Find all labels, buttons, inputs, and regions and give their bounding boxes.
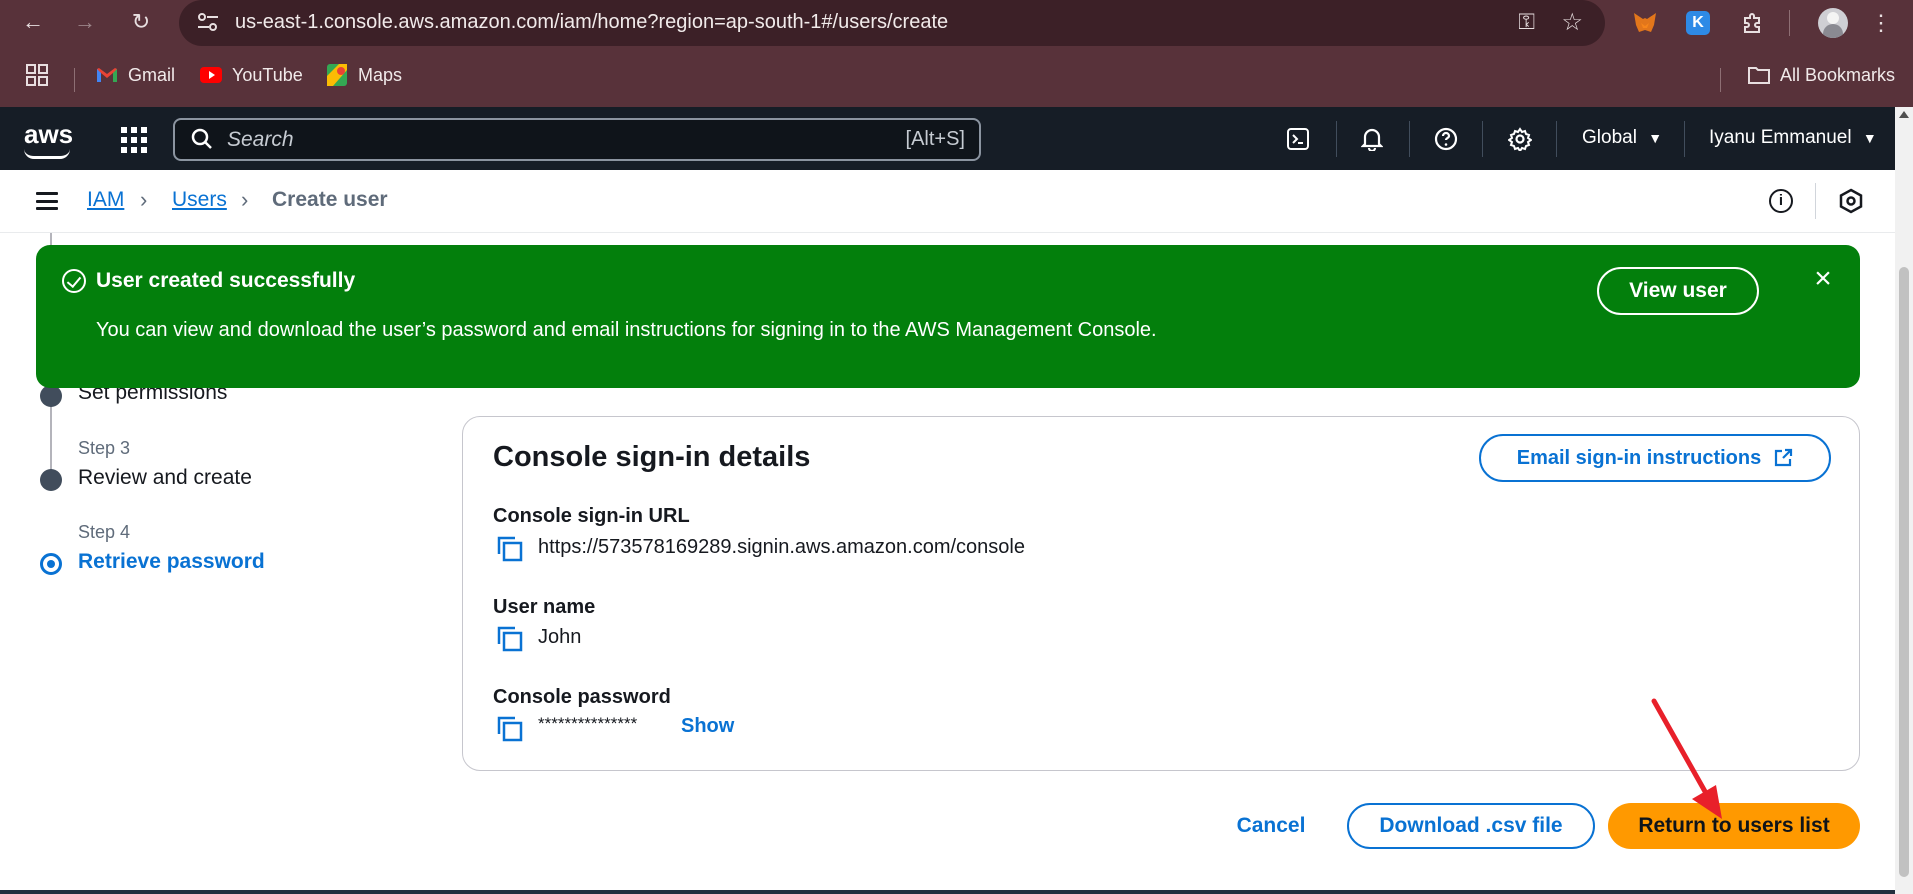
account-menu[interactable]: Iyanu Emmanuel ▼ <box>1709 127 1877 149</box>
metamask-extension-icon[interactable] <box>1630 8 1660 38</box>
success-check-icon <box>62 269 86 293</box>
folder-icon <box>1748 64 1770 86</box>
success-flash-banner: User created successfully You can view a… <box>36 245 1860 388</box>
header-divider <box>1336 121 1337 157</box>
breadcrumb-bar: IAM › Users › Create user i <box>0 170 1895 233</box>
console-password-value: *************** <box>538 714 638 733</box>
aws-logo-text: aws <box>24 119 74 149</box>
bookmarks-bar: Gmail YouTube Maps All Bookmarks <box>0 58 1913 94</box>
scroll-thumb[interactable] <box>1899 267 1909 877</box>
caret-down-icon: ▼ <box>1862 130 1877 146</box>
show-password-link[interactable]: Show <box>681 715 734 738</box>
bookmark-youtube[interactable]: YouTube <box>200 64 303 86</box>
caret-down-icon: ▼ <box>1648 130 1663 146</box>
aws-search-box[interactable]: [Alt+S] <box>173 118 981 161</box>
cancel-button[interactable]: Cancel <box>1226 810 1316 842</box>
address-bar[interactable]: us-east-1.console.aws.amazon.com/iam/hom… <box>179 0 1605 46</box>
help-icon[interactable] <box>1431 124 1461 154</box>
youtube-icon <box>200 64 222 86</box>
k-extension-icon[interactable]: K <box>1683 8 1713 38</box>
reload-icon[interactable]: ↻ <box>126 8 156 36</box>
password-key-icon[interactable]: ⚿ <box>1518 9 1535 35</box>
card-title: Console sign-in details <box>493 441 811 473</box>
site-info-icon[interactable] <box>197 12 221 34</box>
breadcrumb-create-user: Create user <box>272 188 388 211</box>
header-divider <box>1556 121 1557 157</box>
apps-grid-icon[interactable] <box>26 64 48 86</box>
breadcrumb-users[interactable]: Users <box>172 188 227 212</box>
notifications-bell-icon[interactable] <box>1357 124 1387 154</box>
copy-icon[interactable] <box>497 626 523 652</box>
url-text[interactable]: us-east-1.console.aws.amazon.com/iam/hom… <box>235 11 948 34</box>
bookmark-star-icon[interactable]: ☆ <box>1561 8 1583 37</box>
navigation-menu-icon[interactable] <box>36 192 58 210</box>
step-retrieve-password: Retrieve password <box>78 550 265 573</box>
sign-in-url-value: https://573578169289.signin.aws.amazon.c… <box>538 536 1025 558</box>
step-dot <box>40 385 62 407</box>
gmail-icon <box>96 64 118 86</box>
bookmark-divider <box>74 68 75 92</box>
step-review-and-create[interactable]: Review and create <box>78 466 252 490</box>
account-name: Iyanu Emmanuel <box>1709 127 1852 148</box>
bookmark-label: Maps <box>358 64 403 85</box>
breadcrumb-divider <box>1815 183 1816 219</box>
flash-header: User created successfully <box>96 269 356 292</box>
flash-message: You can view and download the user’s pas… <box>96 319 1157 341</box>
annotation-arrow <box>1651 698 1722 819</box>
search-input[interactable] <box>227 126 827 154</box>
browser-chrome: ← → ↻ us-east-1.console.aws.amazon.com/i… <box>0 0 1913 107</box>
back-icon[interactable]: ← <box>18 8 48 36</box>
header-divider <box>1684 121 1685 157</box>
profile-avatar[interactable] <box>1818 8 1848 38</box>
step-dot-active <box>40 553 62 575</box>
header-divider <box>1482 121 1483 157</box>
maps-icon <box>326 64 348 86</box>
copy-icon[interactable] <box>497 716 523 742</box>
bookmark-maps[interactable]: Maps <box>326 64 402 86</box>
region-label: Global <box>1582 127 1637 148</box>
all-bookmarks-label: All Bookmarks <box>1780 64 1896 85</box>
step-number: Step 4 <box>78 522 131 542</box>
chevron-right-icon: › <box>241 187 249 212</box>
services-menu-icon[interactable] <box>121 127 147 153</box>
bookmark-label: Gmail <box>128 64 176 85</box>
scroll-up-icon[interactable] <box>1899 111 1909 118</box>
toolbar-divider <box>1789 10 1790 36</box>
chevron-right-icon: › <box>140 187 148 212</box>
breadcrumb-iam[interactable]: IAM <box>87 188 124 212</box>
bottom-edge <box>0 890 1895 894</box>
page-scrollbar[interactable] <box>1895 107 1913 894</box>
bookmark-divider <box>1720 68 1721 92</box>
feedback-hex-icon[interactable] <box>1838 188 1864 214</box>
extensions-puzzle-icon[interactable] <box>1738 8 1768 38</box>
download-csv-button[interactable]: Download .csv file <box>1347 803 1595 849</box>
forward-icon[interactable]: → <box>70 8 100 36</box>
search-icon <box>191 128 212 149</box>
cloudshell-icon[interactable] <box>1283 124 1313 154</box>
sign-in-url-label: Console sign-in URL <box>493 505 690 527</box>
search-shortcut-hint: [Alt+S] <box>905 128 965 150</box>
email-sign-in-instructions-button[interactable]: Email sign-in instructions <box>1479 434 1831 482</box>
user-name-value: John <box>538 626 582 648</box>
user-name-label: User name <box>493 596 596 618</box>
aws-console-header: aws [Alt+S] Global ▼ Iyanu Emmanuel ▼ <box>0 107 1913 170</box>
console-password-label: Console password <box>493 686 671 708</box>
chrome-menu-icon[interactable]: ⋮ <box>1866 8 1896 38</box>
copy-icon[interactable] <box>497 536 523 562</box>
step-number: Step 3 <box>78 438 131 458</box>
header-divider <box>1409 121 1410 157</box>
info-icon[interactable]: i <box>1769 189 1793 213</box>
close-icon[interactable]: × <box>1810 264 1836 294</box>
region-selector[interactable]: Global ▼ <box>1582 127 1662 149</box>
bookmark-gmail[interactable]: Gmail <box>96 64 175 86</box>
step-dot <box>40 469 62 491</box>
view-user-button[interactable]: View user <box>1597 267 1759 315</box>
aws-logo[interactable]: aws <box>24 119 74 159</box>
aws-smile-icon <box>24 149 70 159</box>
settings-gear-icon[interactable] <box>1505 124 1535 154</box>
external-link-icon <box>1775 448 1793 467</box>
all-bookmarks[interactable]: All Bookmarks <box>1748 64 1895 86</box>
bookmark-label: YouTube <box>232 64 303 85</box>
email-button-label: Email sign-in instructions <box>1516 446 1762 469</box>
